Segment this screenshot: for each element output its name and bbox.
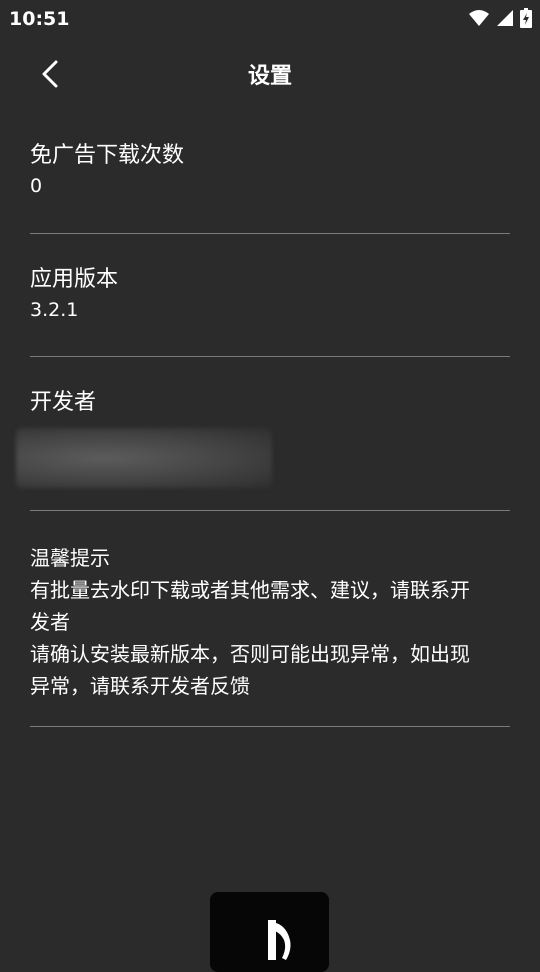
battery-charging-icon	[520, 8, 532, 28]
divider	[30, 510, 510, 511]
signal-icon	[497, 10, 513, 26]
wifi-icon	[469, 10, 489, 26]
setting-value: 0	[30, 175, 43, 197]
divider	[30, 356, 510, 357]
setting-free-ad-downloads[interactable]: 免广告下载次数 0	[30, 141, 510, 199]
divider	[30, 726, 510, 727]
app-bar: 设置	[0, 36, 540, 110]
setting-label: 应用版本	[30, 267, 119, 292]
divider	[30, 233, 510, 234]
tips-line: 发者	[30, 610, 70, 634]
setting-value: 3.2.1	[30, 299, 79, 321]
app-logo-button[interactable]	[210, 892, 329, 972]
status-bar: 10:51	[0, 0, 540, 36]
setting-label: 开发者	[30, 390, 97, 415]
tips-line: 请确认安装最新版本，否则可能出现异常，如出现	[30, 642, 470, 666]
setting-developer[interactable]: 开发者	[30, 388, 510, 418]
tips-line: 有批量去水印下载或者其他需求、建议，请联系开	[30, 578, 470, 602]
setting-tips: 温馨提示 有批量去水印下载或者其他需求、建议，请联系开 发者 请确认安装最新版本…	[30, 542, 510, 702]
tips-line: 异常，请联系开发者反馈	[30, 674, 250, 698]
tips-title: 温馨提示	[30, 546, 110, 570]
setting-label: 免广告下载次数	[30, 143, 185, 168]
setting-app-version[interactable]: 应用版本 3.2.1	[30, 265, 510, 323]
page-title: 设置	[247, 64, 292, 89]
redacted-developer-info	[16, 428, 272, 488]
status-time: 10:51	[9, 8, 70, 30]
status-icons	[468, 8, 532, 28]
music-note-icon	[268, 920, 291, 960]
